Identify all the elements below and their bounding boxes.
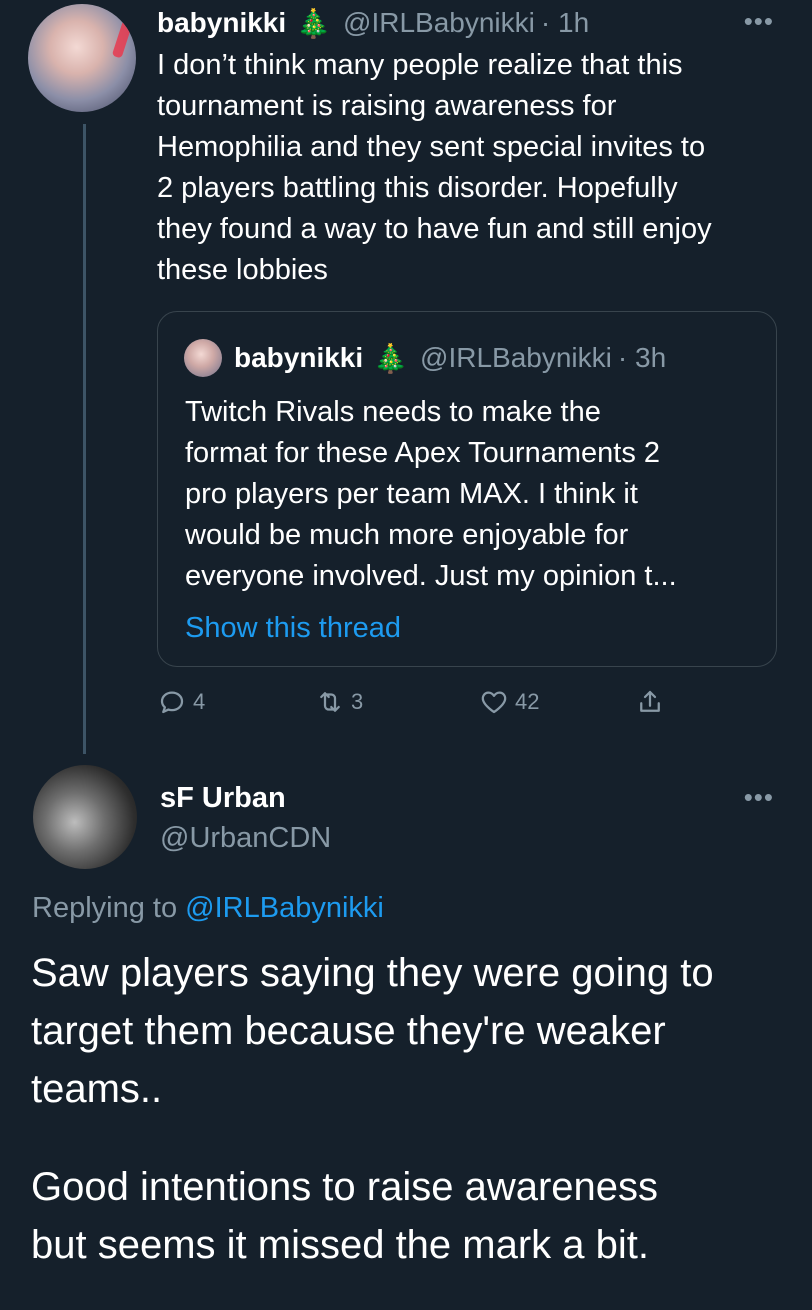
reply-more-options-icon[interactable]: ••• <box>744 782 774 813</box>
like-button[interactable]: 42 <box>479 680 539 724</box>
share-button[interactable] <box>635 680 671 724</box>
reply-count: 4 <box>193 689 206 714</box>
avatar-photo-detail <box>111 15 135 59</box>
tweet-text: I don’t think many people realize that t… <box>157 49 712 286</box>
tweet-more-options-icon[interactable]: ••• <box>744 6 774 37</box>
quoted-tweet-header: babynikki 🎄 @IRLBabynikki · 3h <box>184 338 666 378</box>
tweet-avatar[interactable] <box>28 4 136 112</box>
share-icon <box>640 690 660 712</box>
christmas-tree-icon: 🎄 <box>296 7 332 39</box>
replying-to-line: Replying to @IRLBabynikki <box>32 888 384 928</box>
thread-connector-line <box>83 124 86 754</box>
quoted-author-name: babynikki <box>234 342 364 373</box>
show-this-thread-link[interactable]: Show this thread <box>185 608 401 648</box>
retweet-button[interactable]: 3 <box>315 680 363 724</box>
quoted-tweet-avatar <box>184 339 222 377</box>
reply-text-paragraph-2: Good intentions to raise awareness but s… <box>31 1165 659 1267</box>
quoted-timestamp: · 3h <box>617 342 667 373</box>
reply-avatar[interactable] <box>33 765 137 869</box>
quoted-tweet-text: Twitch Rivals needs to make the format f… <box>185 396 677 592</box>
reply-author-handle[interactable]: @UrbanCDN <box>160 818 331 858</box>
tweet-action-bar: 4 3 42 <box>157 680 697 724</box>
retweet-icon <box>320 692 340 712</box>
tweet-author-name[interactable]: babynikki <box>157 7 286 39</box>
retweet-count: 3 <box>351 689 364 714</box>
quoted-author-handle: @IRLBabynikki <box>420 342 612 373</box>
replying-to-label: Replying to <box>32 892 186 924</box>
quoted-tweet-card[interactable]: babynikki 🎄 @IRLBabynikki · 3h Twitch Ri… <box>157 311 777 667</box>
replying-to-handle-link[interactable]: @IRLBabynikki <box>185 892 384 924</box>
reply-button[interactable]: 4 <box>157 680 205 724</box>
reply-icon <box>160 691 184 714</box>
reply-author-name[interactable]: sF Urban <box>160 778 286 818</box>
reply-text-paragraph-1: Saw players saying they were going to ta… <box>31 951 714 1111</box>
heart-icon <box>481 691 507 714</box>
tweet-timestamp[interactable]: · 1h <box>541 7 589 39</box>
tweet-header: babynikki 🎄 @IRLBabynikki · 1h <box>157 0 589 46</box>
like-count: 42 <box>515 689 540 714</box>
tweet-author-handle[interactable]: @IRLBabynikki <box>343 7 535 39</box>
christmas-tree-icon: 🎄 <box>373 342 409 374</box>
